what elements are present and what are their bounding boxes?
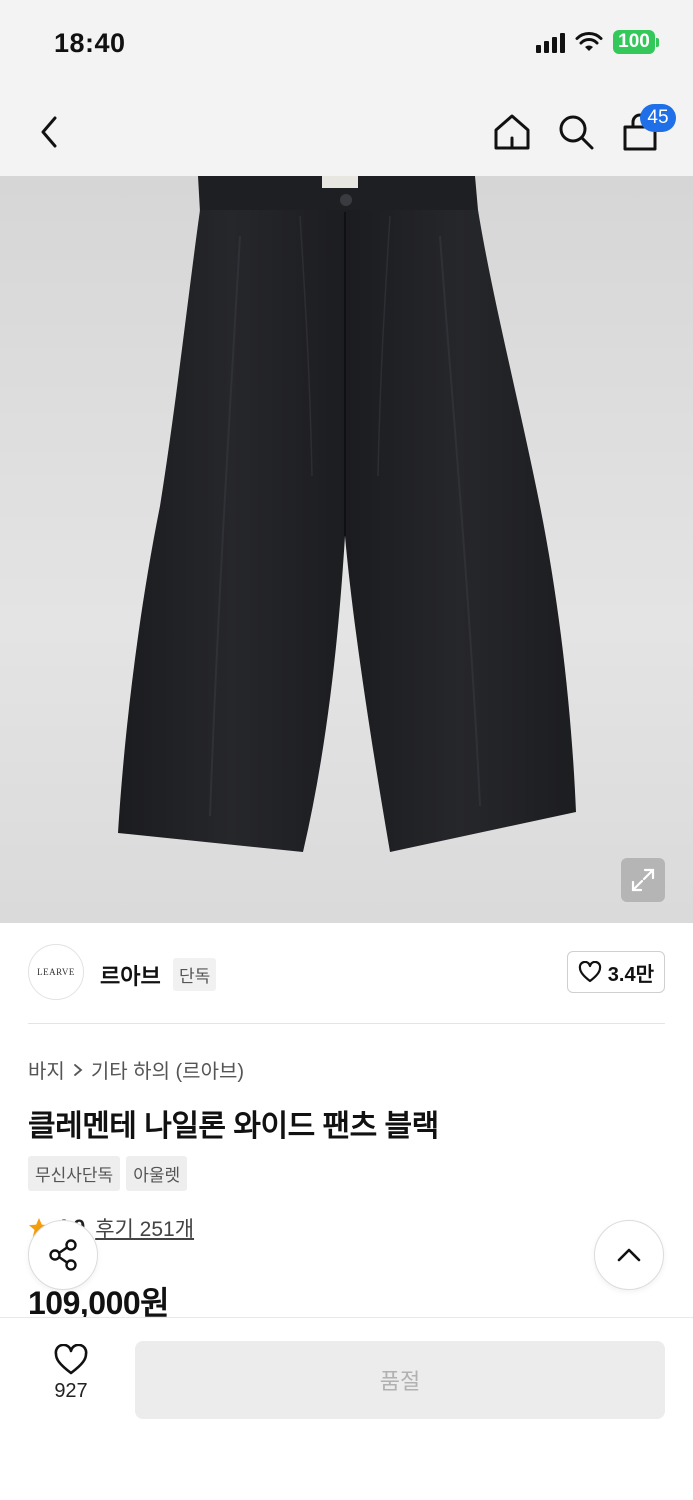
- chevron-left-icon: [41, 116, 57, 148]
- product-badges: 무신사단독 아울렛: [28, 1156, 188, 1191]
- chevron-up-icon: [617, 1248, 641, 1262]
- breadcrumb-category[interactable]: 바지: [28, 1055, 65, 1084]
- chevron-right-icon: [73, 1063, 83, 1076]
- scroll-top-button[interactable]: [594, 1220, 664, 1290]
- sold-out-button[interactable]: 품절: [135, 1341, 665, 1419]
- home-button[interactable]: [488, 108, 536, 156]
- battery-level: 100: [613, 30, 655, 54]
- signal-icon: [536, 31, 565, 53]
- brand-like-count: 3.4만: [607, 963, 654, 986]
- breadcrumb-subcategory[interactable]: 기타 하의 (르아브): [91, 1055, 244, 1084]
- share-button[interactable]: [28, 1220, 98, 1290]
- brand-exclusive-tag: 단독: [173, 958, 217, 991]
- expand-image-button[interactable]: [621, 858, 665, 902]
- heart-icon: [578, 961, 601, 983]
- product-image[interactable]: [0, 176, 693, 923]
- wishlist-count: 927: [54, 1380, 88, 1402]
- battery-icon: 100: [613, 30, 659, 54]
- wishlist-button[interactable]: 927: [40, 1344, 102, 1403]
- search-button[interactable]: [552, 108, 600, 156]
- status-time: 18:40: [54, 28, 126, 58]
- heart-icon: [54, 1344, 88, 1375]
- pants-photo: [118, 176, 576, 852]
- badge-outlet: 아울렛: [126, 1156, 188, 1191]
- expand-icon: [631, 868, 655, 892]
- bottom-action-bar: 927 품절: [0, 1317, 693, 1500]
- wifi-icon: [575, 32, 603, 51]
- home-icon: [494, 114, 530, 150]
- divider: [28, 1023, 665, 1024]
- back-button[interactable]: [26, 108, 74, 156]
- badge-exclusive: 무신사단독: [28, 1156, 121, 1191]
- search-icon: [559, 115, 594, 150]
- review-count-link[interactable]: 후기 251개: [95, 1213, 194, 1243]
- cart-count-badge: 45: [640, 104, 676, 132]
- brand-logo[interactable]: LEARVE: [28, 944, 84, 1000]
- breadcrumb: 바지 기타 하의 (르아브): [28, 1055, 244, 1084]
- status-icons: 100: [536, 30, 659, 54]
- nav-bar: 45: [0, 88, 693, 296]
- cart-button[interactable]: 45: [616, 104, 676, 156]
- brand-row: LEARVE 르아브 단독 3.4만: [28, 944, 665, 1002]
- brand-like-button[interactable]: 3.4만: [566, 951, 665, 993]
- brand-name[interactable]: 르아브: [100, 959, 161, 991]
- product-title: 클레멘테 나일론 와이드 팬츠 블랙: [28, 1110, 439, 1143]
- status-bar: 18:40 100: [0, 0, 693, 88]
- share-icon: [49, 1239, 77, 1271]
